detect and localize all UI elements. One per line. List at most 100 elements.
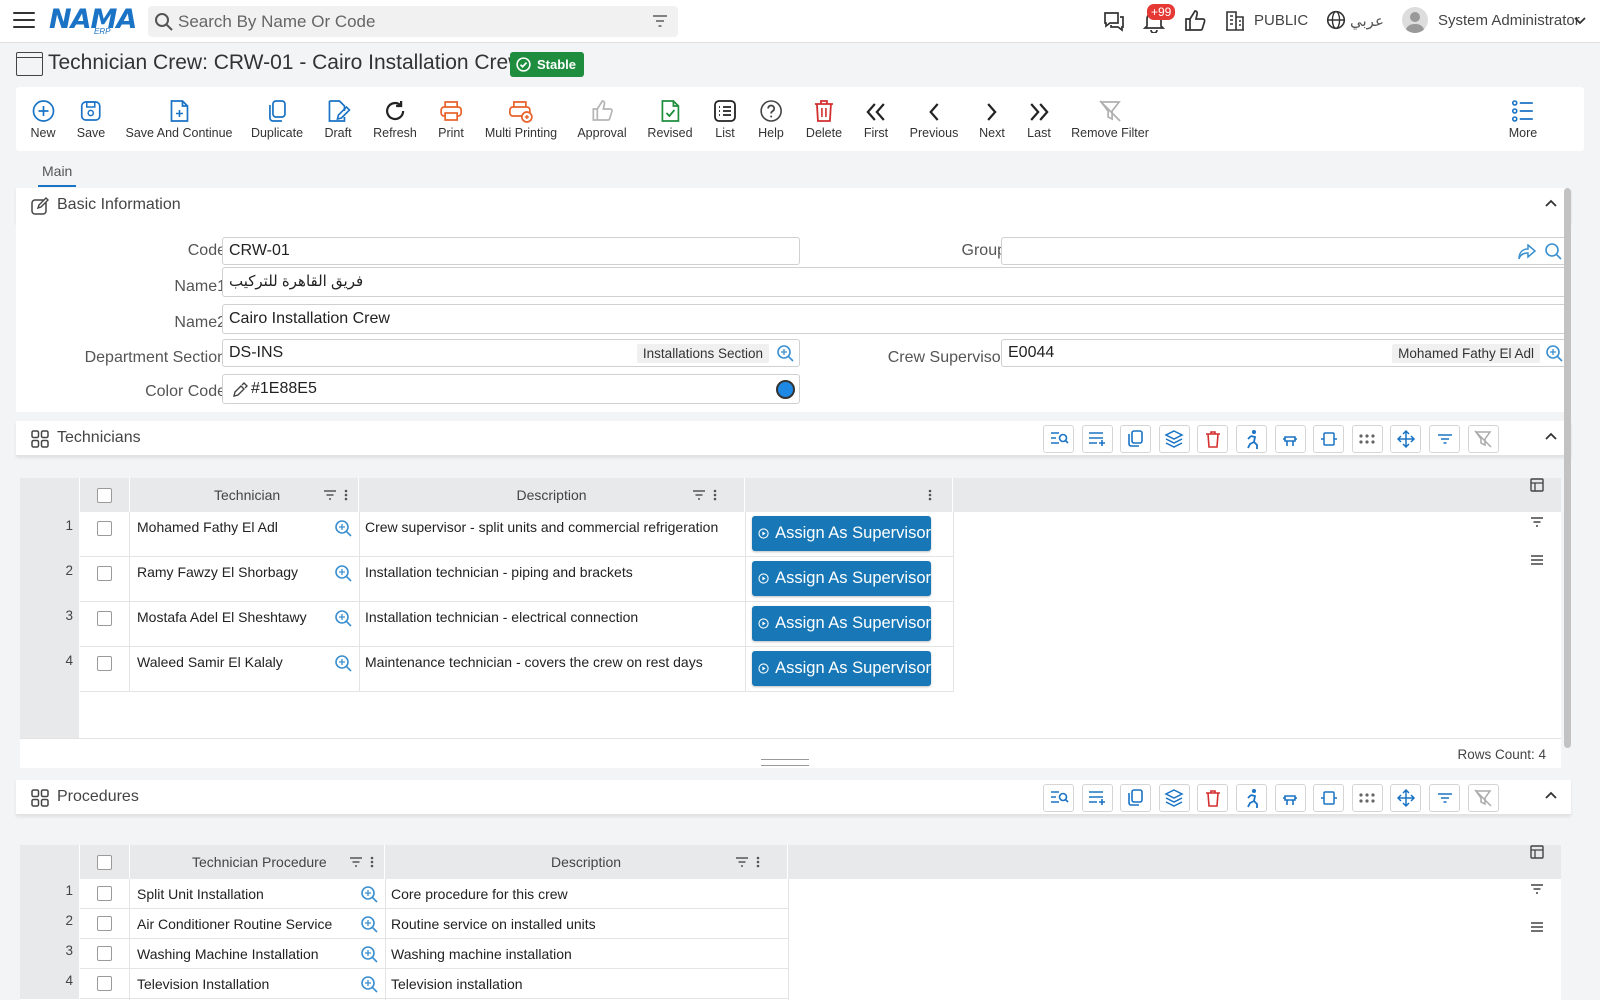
column-description[interactable]: Description	[359, 478, 745, 512]
column-tools[interactable]	[323, 489, 353, 501]
technician-cell[interactable]: Ramy Fawzy El Shorbagy	[137, 564, 298, 580]
filter-button[interactable]	[1429, 425, 1460, 453]
column-technician-procedure[interactable]: Technician Procedure	[130, 845, 385, 879]
save-button[interactable]: Save	[77, 95, 105, 140]
technicians-header[interactable]: Technicians	[16, 421, 1571, 456]
assign-as-supervisor-button[interactable]: Assign As Supervisor	[752, 606, 931, 641]
filter-button[interactable]	[1429, 784, 1460, 812]
new-button[interactable]: New	[30, 95, 56, 140]
search-add-icon[interactable]	[334, 654, 352, 672]
fit-columns-button[interactable]	[1313, 425, 1345, 453]
row-checkbox[interactable]	[97, 566, 112, 581]
description-cell[interactable]: Washing machine installation	[391, 946, 572, 962]
select-all-checkbox[interactable]	[97, 855, 112, 870]
search-list-button[interactable]	[1043, 425, 1074, 453]
search-add-icon[interactable]	[334, 564, 352, 582]
color-swatch[interactable]	[776, 380, 795, 399]
dots-grid-button[interactable]	[1351, 425, 1383, 453]
chevron-up-icon[interactable]	[1545, 791, 1557, 799]
multi-printing-button[interactable]: Multi Printing	[485, 95, 557, 140]
filter-icon[interactable]	[735, 856, 765, 868]
refresh-button[interactable]: Refresh	[373, 95, 417, 140]
procedures-header[interactable]: Procedures	[16, 780, 1571, 815]
draft-button[interactable]: Draft	[324, 95, 352, 140]
technician-cell[interactable]: Mohamed Fathy El Adl	[137, 519, 278, 535]
assign-as-supervisor-button[interactable]: Assign As Supervisor	[752, 516, 931, 551]
column-actions[interactable]	[745, 478, 953, 512]
language-switch[interactable]: عربي	[1350, 12, 1384, 30]
column-tools[interactable]	[735, 856, 765, 868]
last-button[interactable]: Last	[1027, 95, 1051, 140]
lines-icon[interactable]	[1530, 554, 1544, 566]
add-row-button[interactable]	[1081, 425, 1113, 453]
save-and-continue-button[interactable]: Save And Continue	[125, 95, 233, 140]
description-cell[interactable]: Routine service on installed units	[391, 916, 596, 932]
filter-off-button[interactable]	[1467, 784, 1499, 812]
app-logo[interactable]: NAMA ERP	[49, 4, 139, 38]
branch-label[interactable]: PUBLIC	[1254, 12, 1308, 29]
description-cell[interactable]: Core procedure for this crew	[391, 886, 568, 902]
search-add-icon[interactable]	[1544, 242, 1562, 260]
chevron-down-icon[interactable]	[1574, 17, 1586, 25]
row-checkbox[interactable]	[97, 976, 112, 991]
name2-field[interactable]: Cairo Installation Crew	[222, 304, 1567, 334]
trash-button[interactable]	[1197, 784, 1229, 812]
user-name[interactable]: System Administrator	[1438, 12, 1580, 29]
chat-icon[interactable]	[1102, 9, 1126, 33]
filter-off-button[interactable]	[1467, 425, 1499, 453]
description-cell[interactable]: Installation technician - electrical con…	[365, 609, 638, 625]
row-checkbox[interactable]	[97, 886, 112, 901]
running-button[interactable]	[1236, 784, 1267, 812]
filter-icon[interactable]	[1530, 516, 1544, 528]
running-button[interactable]	[1236, 425, 1267, 453]
description-cell[interactable]: Television installation	[391, 976, 523, 992]
description-cell[interactable]: Installation technician - piping and bra…	[365, 564, 633, 580]
layers-button[interactable]	[1158, 425, 1190, 453]
filter-icon[interactable]	[349, 856, 379, 868]
next-button[interactable]: Next	[979, 95, 1005, 140]
group-field[interactable]	[1001, 237, 1567, 265]
table-layout-icon[interactable]	[1530, 478, 1544, 492]
filter-icon[interactable]	[652, 14, 668, 28]
code-field[interactable]: CRW-01	[222, 237, 800, 265]
fit-columns-button[interactable]	[1313, 784, 1345, 812]
previous-button[interactable]: Previous	[910, 95, 958, 140]
row-checkbox[interactable]	[97, 521, 112, 536]
procedure-cell[interactable]: Air Conditioner Routine Service	[137, 916, 332, 932]
thumbs-up-icon[interactable]	[1183, 9, 1207, 33]
search-list-button[interactable]	[1043, 784, 1074, 812]
color-code-field[interactable]: #1E88E5	[222, 374, 800, 404]
search-add-icon[interactable]	[334, 609, 352, 627]
row-checkbox[interactable]	[97, 611, 112, 626]
search-add-icon[interactable]	[334, 519, 352, 537]
filter-icon[interactable]	[692, 489, 722, 501]
filter-icon[interactable]	[323, 489, 353, 501]
technician-cell[interactable]: Waleed Samir El Kalaly	[137, 654, 283, 670]
search-add-icon[interactable]	[1545, 344, 1563, 362]
menu-icon[interactable]	[13, 12, 35, 30]
chevron-up-icon[interactable]	[1545, 432, 1557, 440]
select-all-checkbox[interactable]	[97, 488, 112, 503]
avatar[interactable]	[1402, 7, 1428, 33]
revised-button[interactable]: Revised	[647, 95, 693, 140]
department-section-field[interactable]: DS-INS Installations Section	[222, 339, 800, 367]
page-scrollbar[interactable]	[1564, 188, 1571, 748]
procedure-cell[interactable]: Split Unit Installation	[137, 886, 264, 902]
row-checkbox[interactable]	[97, 946, 112, 961]
kebab-icon[interactable]	[927, 489, 933, 501]
name1-field[interactable]: فريق القاهرة للتركيب	[222, 267, 1567, 297]
duplicate-button[interactable]: Duplicate	[251, 95, 303, 140]
search-add-icon[interactable]	[360, 945, 378, 963]
move-button[interactable]	[1390, 784, 1422, 812]
dots-grid-button[interactable]	[1351, 784, 1383, 812]
column-technician[interactable]: Technician	[130, 478, 359, 512]
assign-as-supervisor-button[interactable]: Assign As Supervisor	[752, 651, 931, 686]
basic-information-header[interactable]: Basic Information	[16, 188, 1571, 223]
split-columns-button[interactable]	[1274, 784, 1306, 812]
search-add-icon[interactable]	[360, 885, 378, 903]
delete-button[interactable]: Delete	[806, 95, 842, 140]
search-add-icon[interactable]	[360, 915, 378, 933]
technician-cell[interactable]: Mostafa Adel El Sheshtawy	[137, 609, 307, 625]
column-tools[interactable]	[927, 489, 933, 501]
chevron-up-icon[interactable]	[1545, 199, 1557, 207]
